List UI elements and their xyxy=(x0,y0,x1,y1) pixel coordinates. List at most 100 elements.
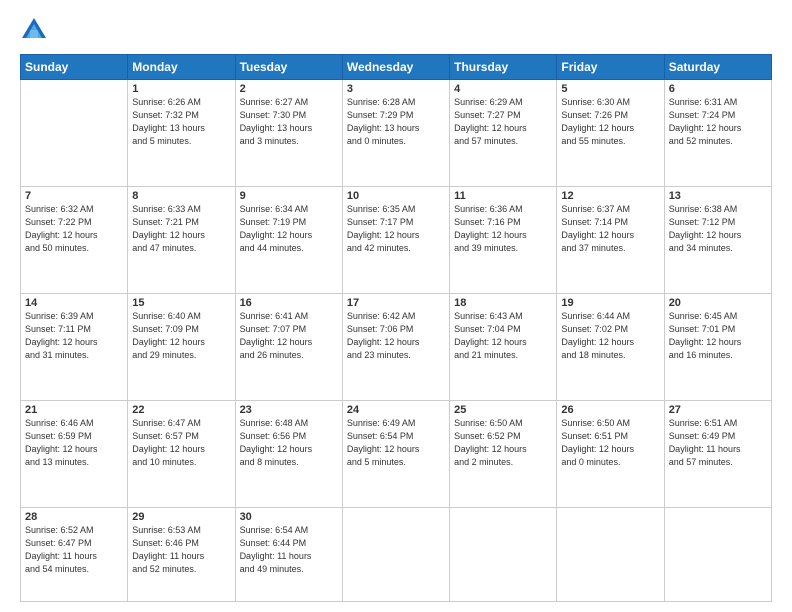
calendar-header-row: SundayMondayTuesdayWednesdayThursdayFrid… xyxy=(21,55,772,80)
day-info: Sunrise: 6:39 AMSunset: 7:11 PMDaylight:… xyxy=(25,310,123,362)
calendar-cell: 6Sunrise: 6:31 AMSunset: 7:24 PMDaylight… xyxy=(664,80,771,187)
day-number: 2 xyxy=(240,83,338,95)
day-number: 9 xyxy=(240,190,338,202)
day-number: 23 xyxy=(240,404,338,416)
day-info: Sunrise: 6:29 AMSunset: 7:27 PMDaylight:… xyxy=(454,96,552,148)
calendar-cell xyxy=(450,507,557,601)
day-number: 28 xyxy=(25,511,123,523)
calendar-week-1: 1Sunrise: 6:26 AMSunset: 7:32 PMDaylight… xyxy=(21,80,772,187)
calendar-table: SundayMondayTuesdayWednesdayThursdayFrid… xyxy=(20,54,772,602)
day-number: 29 xyxy=(132,511,230,523)
day-header-tuesday: Tuesday xyxy=(235,55,342,80)
calendar-cell: 14Sunrise: 6:39 AMSunset: 7:11 PMDayligh… xyxy=(21,293,128,400)
day-info: Sunrise: 6:41 AMSunset: 7:07 PMDaylight:… xyxy=(240,310,338,362)
day-number: 20 xyxy=(669,297,767,309)
calendar-cell: 9Sunrise: 6:34 AMSunset: 7:19 PMDaylight… xyxy=(235,186,342,293)
calendar-cell: 12Sunrise: 6:37 AMSunset: 7:14 PMDayligh… xyxy=(557,186,664,293)
day-number: 26 xyxy=(561,404,659,416)
day-number: 13 xyxy=(669,190,767,202)
calendar-cell: 8Sunrise: 6:33 AMSunset: 7:21 PMDaylight… xyxy=(128,186,235,293)
calendar-cell: 23Sunrise: 6:48 AMSunset: 6:56 PMDayligh… xyxy=(235,400,342,507)
page-header xyxy=(20,16,772,44)
day-info: Sunrise: 6:46 AMSunset: 6:59 PMDaylight:… xyxy=(25,417,123,469)
calendar-cell: 29Sunrise: 6:53 AMSunset: 6:46 PMDayligh… xyxy=(128,507,235,601)
calendar-cell: 2Sunrise: 6:27 AMSunset: 7:30 PMDaylight… xyxy=(235,80,342,187)
day-info: Sunrise: 6:26 AMSunset: 7:32 PMDaylight:… xyxy=(132,96,230,148)
day-number: 17 xyxy=(347,297,445,309)
calendar-cell: 10Sunrise: 6:35 AMSunset: 7:17 PMDayligh… xyxy=(342,186,449,293)
day-number: 12 xyxy=(561,190,659,202)
calendar-week-3: 14Sunrise: 6:39 AMSunset: 7:11 PMDayligh… xyxy=(21,293,772,400)
day-number: 19 xyxy=(561,297,659,309)
calendar-week-5: 28Sunrise: 6:52 AMSunset: 6:47 PMDayligh… xyxy=(21,507,772,601)
day-header-saturday: Saturday xyxy=(664,55,771,80)
calendar-cell: 18Sunrise: 6:43 AMSunset: 7:04 PMDayligh… xyxy=(450,293,557,400)
day-number: 25 xyxy=(454,404,552,416)
day-info: Sunrise: 6:45 AMSunset: 7:01 PMDaylight:… xyxy=(669,310,767,362)
logo-icon xyxy=(20,16,48,44)
day-info: Sunrise: 6:48 AMSunset: 6:56 PMDaylight:… xyxy=(240,417,338,469)
calendar-cell: 22Sunrise: 6:47 AMSunset: 6:57 PMDayligh… xyxy=(128,400,235,507)
day-header-wednesday: Wednesday xyxy=(342,55,449,80)
calendar-cell: 26Sunrise: 6:50 AMSunset: 6:51 PMDayligh… xyxy=(557,400,664,507)
day-info: Sunrise: 6:51 AMSunset: 6:49 PMDaylight:… xyxy=(669,417,767,469)
day-info: Sunrise: 6:30 AMSunset: 7:26 PMDaylight:… xyxy=(561,96,659,148)
day-header-friday: Friday xyxy=(557,55,664,80)
day-number: 18 xyxy=(454,297,552,309)
day-number: 27 xyxy=(669,404,767,416)
calendar-cell: 5Sunrise: 6:30 AMSunset: 7:26 PMDaylight… xyxy=(557,80,664,187)
day-number: 1 xyxy=(132,83,230,95)
day-info: Sunrise: 6:44 AMSunset: 7:02 PMDaylight:… xyxy=(561,310,659,362)
day-info: Sunrise: 6:47 AMSunset: 6:57 PMDaylight:… xyxy=(132,417,230,469)
day-info: Sunrise: 6:52 AMSunset: 6:47 PMDaylight:… xyxy=(25,524,123,576)
day-info: Sunrise: 6:35 AMSunset: 7:17 PMDaylight:… xyxy=(347,203,445,255)
calendar-cell: 30Sunrise: 6:54 AMSunset: 6:44 PMDayligh… xyxy=(235,507,342,601)
day-number: 24 xyxy=(347,404,445,416)
calendar-cell: 21Sunrise: 6:46 AMSunset: 6:59 PMDayligh… xyxy=(21,400,128,507)
logo xyxy=(20,16,52,44)
calendar-cell: 27Sunrise: 6:51 AMSunset: 6:49 PMDayligh… xyxy=(664,400,771,507)
calendar-cell: 13Sunrise: 6:38 AMSunset: 7:12 PMDayligh… xyxy=(664,186,771,293)
day-number: 6 xyxy=(669,83,767,95)
day-header-sunday: Sunday xyxy=(21,55,128,80)
calendar-cell: 4Sunrise: 6:29 AMSunset: 7:27 PMDaylight… xyxy=(450,80,557,187)
day-number: 14 xyxy=(25,297,123,309)
calendar-cell: 1Sunrise: 6:26 AMSunset: 7:32 PMDaylight… xyxy=(128,80,235,187)
day-info: Sunrise: 6:50 AMSunset: 6:52 PMDaylight:… xyxy=(454,417,552,469)
calendar-cell: 28Sunrise: 6:52 AMSunset: 6:47 PMDayligh… xyxy=(21,507,128,601)
calendar-cell: 11Sunrise: 6:36 AMSunset: 7:16 PMDayligh… xyxy=(450,186,557,293)
day-number: 4 xyxy=(454,83,552,95)
day-number: 8 xyxy=(132,190,230,202)
day-number: 10 xyxy=(347,190,445,202)
day-info: Sunrise: 6:33 AMSunset: 7:21 PMDaylight:… xyxy=(132,203,230,255)
day-info: Sunrise: 6:28 AMSunset: 7:29 PMDaylight:… xyxy=(347,96,445,148)
calendar-cell: 17Sunrise: 6:42 AMSunset: 7:06 PMDayligh… xyxy=(342,293,449,400)
day-number: 11 xyxy=(454,190,552,202)
day-number: 15 xyxy=(132,297,230,309)
day-info: Sunrise: 6:37 AMSunset: 7:14 PMDaylight:… xyxy=(561,203,659,255)
day-number: 3 xyxy=(347,83,445,95)
calendar-cell xyxy=(21,80,128,187)
day-info: Sunrise: 6:27 AMSunset: 7:30 PMDaylight:… xyxy=(240,96,338,148)
day-header-thursday: Thursday xyxy=(450,55,557,80)
day-info: Sunrise: 6:53 AMSunset: 6:46 PMDaylight:… xyxy=(132,524,230,576)
calendar-week-4: 21Sunrise: 6:46 AMSunset: 6:59 PMDayligh… xyxy=(21,400,772,507)
day-info: Sunrise: 6:50 AMSunset: 6:51 PMDaylight:… xyxy=(561,417,659,469)
day-info: Sunrise: 6:40 AMSunset: 7:09 PMDaylight:… xyxy=(132,310,230,362)
calendar-cell: 16Sunrise: 6:41 AMSunset: 7:07 PMDayligh… xyxy=(235,293,342,400)
calendar-cell: 25Sunrise: 6:50 AMSunset: 6:52 PMDayligh… xyxy=(450,400,557,507)
calendar-cell: 24Sunrise: 6:49 AMSunset: 6:54 PMDayligh… xyxy=(342,400,449,507)
day-info: Sunrise: 6:32 AMSunset: 7:22 PMDaylight:… xyxy=(25,203,123,255)
day-header-monday: Monday xyxy=(128,55,235,80)
calendar-cell xyxy=(664,507,771,601)
calendar-cell: 15Sunrise: 6:40 AMSunset: 7:09 PMDayligh… xyxy=(128,293,235,400)
day-info: Sunrise: 6:38 AMSunset: 7:12 PMDaylight:… xyxy=(669,203,767,255)
day-number: 21 xyxy=(25,404,123,416)
calendar-cell xyxy=(557,507,664,601)
day-number: 30 xyxy=(240,511,338,523)
day-info: Sunrise: 6:31 AMSunset: 7:24 PMDaylight:… xyxy=(669,96,767,148)
calendar-cell: 20Sunrise: 6:45 AMSunset: 7:01 PMDayligh… xyxy=(664,293,771,400)
day-number: 16 xyxy=(240,297,338,309)
day-info: Sunrise: 6:34 AMSunset: 7:19 PMDaylight:… xyxy=(240,203,338,255)
day-info: Sunrise: 6:42 AMSunset: 7:06 PMDaylight:… xyxy=(347,310,445,362)
